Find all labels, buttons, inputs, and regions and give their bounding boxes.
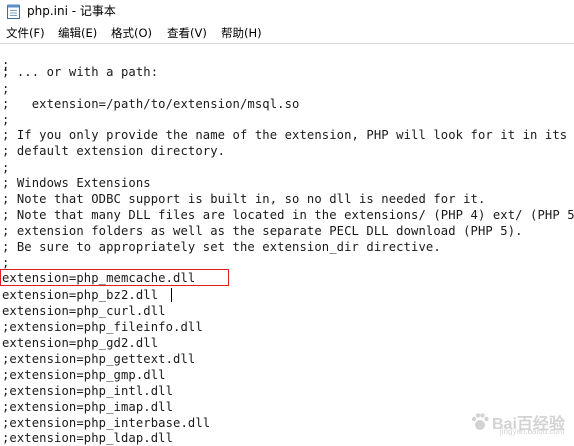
watermark: Bai百经验 jingyan.baidu.com — [470, 408, 568, 438]
editor-line: ; Note that many DLL files are located i… — [2, 208, 574, 222]
editor-line: ;extension=php_ldap.dll — [2, 431, 174, 445]
menu-file[interactable]: 文件(F) — [6, 25, 45, 41]
editor-line: ; — [2, 161, 10, 175]
menu-view[interactable]: 查看(V) — [167, 25, 207, 41]
editor-line: ; — [2, 113, 10, 127]
editor-line: ;extension=php_imap.dll — [2, 400, 174, 414]
editor-line: ; If you only provide the name of the ex… — [2, 128, 568, 142]
editor-line: ; ... or with a path: — [2, 65, 159, 79]
editor-line: extension=php_bz2.dll — [2, 288, 159, 302]
editor-line: ; extension=/path/to/extension/msql.so — [2, 97, 300, 111]
highlight-box — [0, 269, 229, 286]
paw-icon — [471, 413, 489, 430]
editor-line: ;extension=php_gmp.dll — [2, 368, 166, 382]
editor-line: ; — [2, 82, 10, 96]
editor-line: extension=php_gd2.dll — [2, 336, 159, 350]
editor-line: ;extension=php_interbase.dll — [2, 416, 211, 430]
editor-line: ; extension folders as well as the separ… — [2, 224, 523, 238]
title-bar: php.ini - 记事本 — [0, 0, 574, 23]
editor-line: ; Be sure to appropriately set the exten… — [2, 240, 441, 254]
editor-line: ;extension=php_gettext.dll — [2, 352, 196, 366]
text-caret — [171, 288, 172, 302]
editor-line: extension=php_curl.dll — [2, 304, 166, 318]
editor-line: ; Windows Extensions — [2, 176, 151, 190]
editor-line: ;extension=php_intl.dll — [2, 384, 174, 398]
menu-bar: 文件(F) 编辑(E) 格式(O) 查看(V) 帮助(H) — [0, 23, 574, 44]
editor-line: ; default extension directory. — [2, 144, 226, 158]
menu-edit[interactable]: 编辑(E) — [58, 25, 97, 41]
menu-help[interactable]: 帮助(H) — [221, 25, 262, 41]
window-title: php.ini - 记事本 — [27, 4, 116, 18]
watermark-url: jingyan.baidu.com — [500, 427, 565, 436]
editor-line: ;extension=php_fileinfo.dll — [2, 320, 203, 334]
notepad-icon — [7, 4, 20, 19]
menu-format[interactable]: 格式(O) — [111, 25, 152, 41]
text-editor-area[interactable]: ; ; ... or with a path: ; ; extension=/p… — [0, 44, 574, 446]
editor-line: ; Note that ODBC support is built in, so… — [2, 192, 486, 206]
